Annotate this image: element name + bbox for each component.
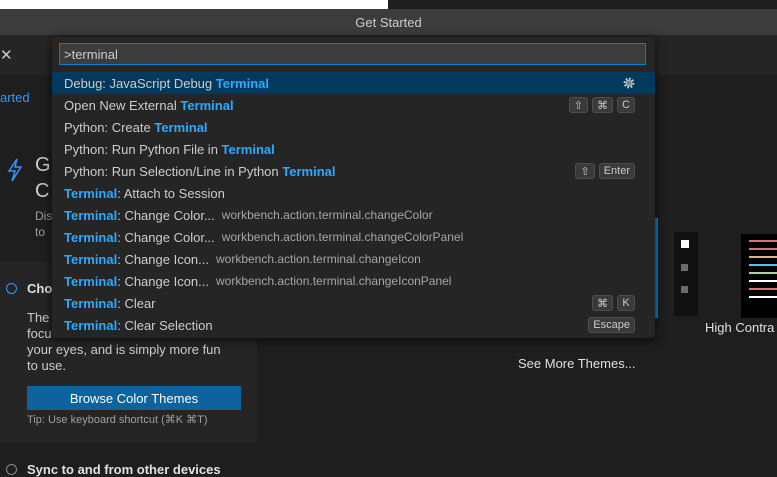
step-radio-icon[interactable] xyxy=(6,283,17,294)
keybinding: ⇧ ⌘ C xyxy=(568,97,635,113)
command-match-highlight: Terminal xyxy=(215,75,269,91)
command-item[interactable]: Terminal: Change Color... workbench.actio… xyxy=(52,204,655,226)
command-match-highlight: Terminal xyxy=(221,141,275,157)
command-label: Terminal: Clear xyxy=(52,296,156,311)
command-label-part: : Change Icon... xyxy=(117,273,209,289)
theme-card-focus xyxy=(655,218,658,318)
command-match-highlight: Terminal xyxy=(64,295,118,311)
command-match-highlight: Terminal xyxy=(64,273,118,289)
command-item[interactable]: Terminal: Change Icon... workbench.action… xyxy=(52,270,655,292)
step-title[interactable]: Cho xyxy=(27,281,52,296)
window-title: Get Started xyxy=(0,9,777,35)
keycap: K xyxy=(617,295,635,311)
command-item[interactable]: Debug: JavaScript Debug Terminal xyxy=(52,72,655,94)
command-label-part: : Clear Selection xyxy=(117,317,213,333)
command-item[interactable]: Python: Run Python File in Terminal xyxy=(52,138,655,160)
command-match-highlight: Terminal xyxy=(282,163,336,179)
sync-step-title[interactable]: Sync to and from other devices xyxy=(27,462,221,477)
command-match-highlight: Terminal xyxy=(154,119,208,135)
step-desc-2: focu xyxy=(27,326,52,341)
keybinding: ⇧ Enter xyxy=(575,163,635,179)
command-match-highlight: Terminal xyxy=(64,185,118,201)
command-label: Terminal: Change Icon... xyxy=(52,252,209,267)
command-label: Terminal: Clear Selection xyxy=(52,318,213,333)
walkthrough-subtitle: Dis xyxy=(35,209,53,223)
keycap: ⌘ xyxy=(592,97,613,113)
command-label: Terminal: Change Color... xyxy=(52,208,215,223)
command-match-highlight: Terminal xyxy=(64,317,118,333)
theme-preview-dark[interactable] xyxy=(674,232,698,316)
command-label: Terminal: Attach to Session xyxy=(52,186,225,201)
keybinding: ⌘ K xyxy=(592,295,635,311)
keybinding: Escape xyxy=(588,317,635,333)
shortcut-tip: Tip: Use keyboard shortcut (⌘K ⌘T) xyxy=(27,414,208,426)
tab-get-started[interactable]: arted xyxy=(0,90,30,105)
walkthrough-heading-2: C xyxy=(35,180,50,202)
tab-close-icon[interactable]: ✕ xyxy=(0,46,13,64)
keycap: C xyxy=(617,97,635,113)
command-label: Terminal: Change Color... xyxy=(52,230,215,245)
lightning-icon xyxy=(7,158,23,182)
browse-color-themes-button[interactable]: Browse Color Themes xyxy=(27,386,241,410)
command-label-part: Python: Create xyxy=(64,119,155,135)
command-label: Python: Run Selection/Line in Python Ter… xyxy=(52,164,335,179)
command-id: workbench.action.terminal.changeColorPan… xyxy=(221,230,464,244)
command-label-part: : Change Color... xyxy=(117,229,215,245)
command-label-part: Python: Run Selection/Line in Python xyxy=(64,163,283,179)
command-label-part: Debug: JavaScript Debug xyxy=(64,75,216,91)
command-id: workbench.action.terminal.changeIcon xyxy=(216,252,421,266)
command-item[interactable]: Open New External Terminal ⇧ ⌘ C xyxy=(52,94,655,116)
command-item[interactable]: Python: Run Selection/Line in Python Ter… xyxy=(52,160,655,182)
step-desc-4: to use. xyxy=(27,358,67,373)
command-match-highlight: Terminal xyxy=(64,207,118,223)
command-label: Debug: JavaScript Debug Terminal xyxy=(52,76,269,91)
command-item[interactable]: Terminal: Clear Selection Escape xyxy=(52,314,655,336)
sync-radio-icon[interactable] xyxy=(6,464,17,475)
command-id: workbench.action.terminal.changeColor xyxy=(221,208,433,222)
keycap: ⇧ xyxy=(575,163,595,179)
desktop-strip xyxy=(0,0,777,9)
command-match-highlight: Terminal xyxy=(64,229,118,245)
theme-preview-high-contrast[interactable] xyxy=(741,234,777,318)
command-id: workbench.action.terminal.changeIconPane… xyxy=(216,274,452,288)
command-palette-input[interactable] xyxy=(59,43,646,65)
command-label: Python: Run Python File in Terminal xyxy=(52,142,275,157)
command-label-part: : Change Icon... xyxy=(117,251,209,267)
keycap: Escape xyxy=(588,317,635,333)
command-label-part: : Clear xyxy=(117,295,156,311)
command-item[interactable]: Terminal: Change Color... workbench.actio… xyxy=(52,226,655,248)
command-label: Open New External Terminal xyxy=(52,98,234,113)
walkthrough-heading: G xyxy=(35,154,51,176)
walkthrough-subtitle-2: to xyxy=(35,225,46,239)
command-match-highlight: Terminal xyxy=(180,97,234,113)
command-label-part: Open New External xyxy=(64,97,181,113)
step-desc-3: your eyes, and is simply more fun xyxy=(27,342,221,357)
command-label: Python: Create Terminal xyxy=(52,120,208,135)
command-label: Terminal: Change Icon... xyxy=(52,274,209,289)
command-item[interactable]: Terminal: Change Icon... workbench.action… xyxy=(52,248,655,270)
command-label-part: : Change Color... xyxy=(117,207,215,223)
keycap: ⌘ xyxy=(592,295,613,311)
command-match-highlight: Terminal xyxy=(64,251,118,267)
step-desc-1: The xyxy=(27,310,50,325)
command-label-part: Python: Run Python File in xyxy=(64,141,222,157)
command-item[interactable]: Python: Create Terminal xyxy=(52,116,655,138)
command-label-part: : Attach to Session xyxy=(117,185,225,201)
command-palette: Debug: JavaScript Debug TerminalOpen New… xyxy=(52,37,655,338)
configure-keybinding-gear-icon[interactable] xyxy=(622,76,636,90)
keycap: Enter xyxy=(598,163,635,179)
command-item[interactable]: Terminal: Attach to Session xyxy=(52,182,655,204)
high-contrast-label: High Contra xyxy=(705,320,775,335)
command-item[interactable]: Terminal: Clear ⌘ K xyxy=(52,292,655,314)
see-more-themes-link[interactable]: See More Themes... xyxy=(518,356,636,371)
keycap: ⇧ xyxy=(568,97,588,113)
